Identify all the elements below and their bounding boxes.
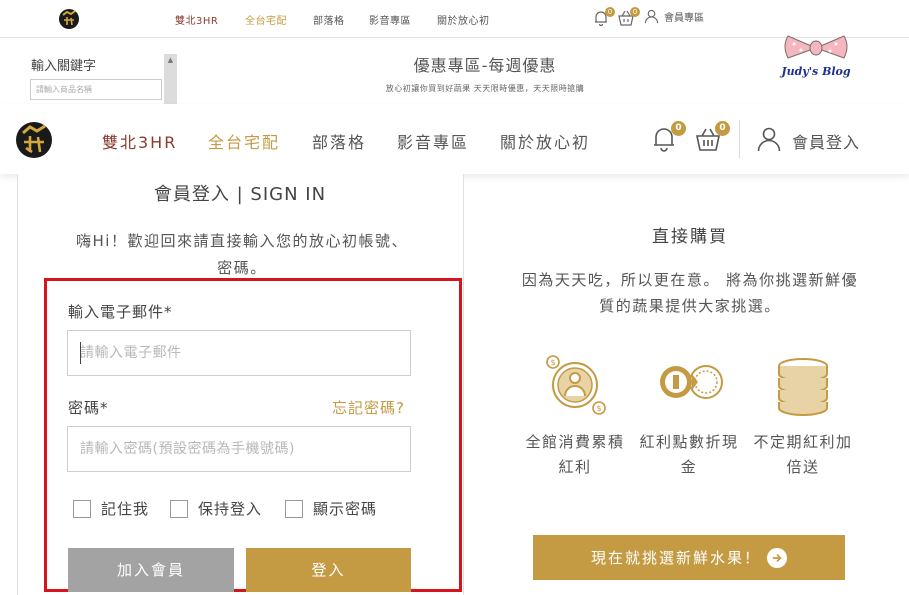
notify-badge: 0 [671,121,686,136]
welcome-message: 嗨Hi！歡迎回來請直接輸入您的放心初帳號、密碼。 [76,232,408,277]
remember-me-label: 記住我 [101,500,150,518]
keep-login-label: 保持登入 [198,500,263,518]
member-login-link[interactable]: 會員登入 [792,129,860,153]
remember-me-checkbox[interactable]: 記住我 [73,498,149,519]
svg-text:Judy's Blog: Judy's Blog [779,65,850,78]
arrow-right-icon [767,547,787,568]
shop-fruit-button[interactable]: 現在就挑選新鮮水果！ [533,535,845,580]
mini-nav-about[interactable]: 關於放心初 [437,12,490,27]
forgot-password-link[interactable]: 忘記密碼? [332,397,405,418]
scroll-up-icon[interactable]: ▲ [164,55,177,66]
svg-text:$: $ [596,404,601,413]
search-label: 輸入關鍵字 [31,59,97,74]
mini-nav-blog[interactable]: 部落格 [313,12,345,27]
promo-subtitle: 放心初讓你買到好蔬果 天天限時優惠，天天限時搶購 [385,84,585,93]
feature-cashback: 紅利點數折現金 [639,352,739,480]
feature-double-label: 不定期紅利加倍送 [753,433,853,476]
show-password-checkbox[interactable]: 顯示密碼 [285,498,377,519]
cart-count-badge: 0 [630,7,640,17]
mini-nav-delivery[interactable]: 全台宅配 [245,12,287,27]
blog-watermark: Judy's Blog [776,32,856,80]
feature-cashback-label: 紅利點數折現金 [639,433,739,476]
password-field[interactable] [67,426,411,472]
mini-notify-button[interactable]: 0 [592,7,615,27]
remember-me-box[interactable] [73,499,91,518]
email-label: 輸入電子郵件* [68,303,173,321]
coin-stack-icon [778,358,828,416]
nav-nationwide-delivery[interactable]: 全台宅配 [208,129,280,153]
cart-button[interactable]: 0 [694,121,730,153]
mini-member-label: 會員專區 [664,13,704,24]
feature-points: $ $ 全館消費累積紅利 [525,352,625,480]
show-password-box[interactable] [285,499,303,518]
user-icon[interactable] [756,126,782,152]
cart-badge: 0 [715,121,730,136]
shop-fruit-label: 現在就挑選新鮮水果！ [590,549,761,567]
nav-video-zone[interactable]: 影音專區 [397,129,469,153]
direct-purchase-title: 直接購買 [652,227,728,247]
mini-cart-button[interactable]: 0 [617,7,640,27]
nav-about[interactable]: 關於放心初 [500,129,590,153]
search-input[interactable] [30,79,162,100]
email-field[interactable] [67,330,411,376]
signin-title: 會員登入 | SIGN IN [153,184,327,205]
notify-count-badge: 0 [605,7,615,17]
mini-member-link[interactable]: 會員專區 [644,9,704,24]
feature-double: 不定期紅利加倍送 [753,352,853,480]
mini-nav-video[interactable]: 影音專區 [369,12,411,27]
bow-icon: Judy's Blog [779,35,851,78]
nav-taipei-3hr[interactable]: 雙北3HR [102,129,177,153]
password-label: 密碼* [68,399,109,417]
brand-logo[interactable] [14,118,54,160]
brand-logo-small[interactable] [58,6,80,30]
svg-text:$: $ [550,358,555,367]
user-icon [644,9,659,24]
keep-login-box[interactable] [170,499,188,518]
header-divider [739,120,740,158]
join-member-button[interactable]: 加入會員 [68,548,234,592]
main-header: 雙北3HR 全台宅配 部落格 影音專區 關於放心初 0 0 會員登入 [0,104,909,174]
keep-login-checkbox[interactable]: 保持登入 [170,498,262,519]
promo-title[interactable]: 優惠專區-每週優惠 [330,52,640,76]
login-button[interactable]: 登入 [246,548,411,592]
mini-nav-taipei[interactable]: 雙北3HR [175,12,218,27]
direct-purchase-description: 因為天天吃，所以更在意。 將為你挑選新鮮優質的蔬果提供大家挑選。 [521,271,859,315]
feature-points-label: 全館消費累積紅利 [525,433,625,476]
text-caret [80,342,81,364]
top-mini-bar: 雙北3HR 全台宅配 部落格 影音專區 關於放心初 0 0 會員專區 [0,0,909,38]
notify-button[interactable]: 0 [650,121,686,153]
coin-exchange-icon [660,365,723,399]
member-points-icon: $ $ [546,355,606,415]
nav-blog[interactable]: 部落格 [312,129,366,153]
show-password-label: 顯示密碼 [313,500,378,518]
